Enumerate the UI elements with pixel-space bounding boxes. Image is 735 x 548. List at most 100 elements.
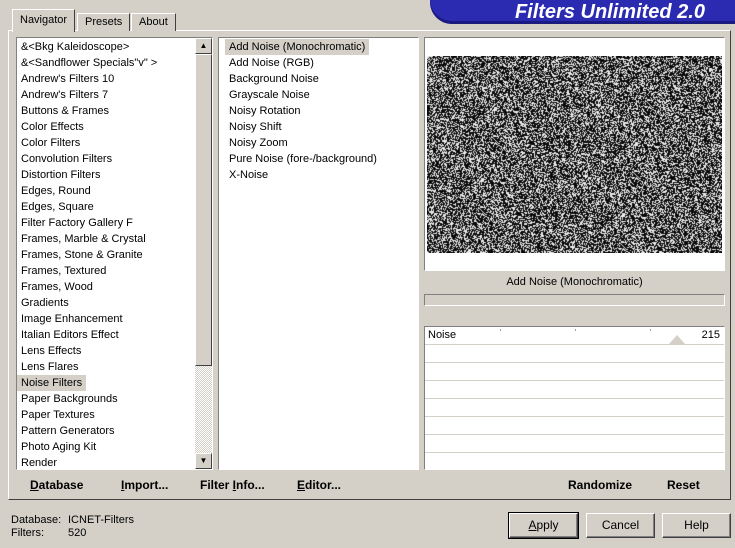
filter-item[interactable]: Add Noise (RGB) [225,55,377,71]
category-item-row: Lens Flares [17,359,157,375]
import-button[interactable]: Import... [121,478,168,492]
category-item[interactable]: Lens Flares [17,359,157,375]
category-item-row: Convolution Filters [17,151,157,167]
category-item-row: Render [17,455,157,469]
category-item[interactable]: Noise Filters [17,375,87,391]
filter-item-row: Noisy Zoom [225,135,377,151]
filter-item[interactable]: Background Noise [225,71,377,87]
category-item[interactable]: Edges, Round [17,183,157,199]
category-item[interactable]: Gradients [17,295,157,311]
category-item[interactable]: Convolution Filters [17,151,157,167]
category-item-row: Italian Editors Effect [17,327,157,343]
category-item[interactable]: Frames, Textured [17,263,157,279]
category-item-row: &<Bkg Kaleidoscope> [17,39,157,55]
category-item[interactable]: Buttons & Frames [17,103,157,119]
filter-item[interactable]: Noisy Zoom [225,135,377,151]
category-item-row: Andrew's Filters 7 [17,87,157,103]
filter-item-row: Noisy Shift [225,119,377,135]
category-item[interactable]: Render [17,455,157,469]
category-item-row: Distortion Filters [17,167,157,183]
reset-button[interactable]: Reset [667,478,700,492]
scroll-down-icon[interactable]: ▼ [195,453,212,469]
filter-item[interactable]: X-Noise [225,167,377,183]
category-item[interactable]: &<Bkg Kaleidoscope> [17,39,157,55]
slider-tick [650,329,651,331]
category-item[interactable]: Frames, Marble & Crystal [17,231,157,247]
category-item-row: Frames, Textured [17,263,157,279]
filter-info-button[interactable]: Filter Info... [200,478,265,492]
filter-item[interactable]: Noisy Rotation [225,103,377,119]
category-item[interactable]: Paper Textures [17,407,157,423]
filter-item-row: Add Noise (RGB) [225,55,377,71]
category-item[interactable]: Edges, Square [17,199,157,215]
progress-bar [424,294,725,306]
help-button[interactable]: Help [662,513,731,538]
category-item-row: Pattern Generators [17,423,157,439]
filter-item-row: Grayscale Noise [225,87,377,103]
category-scrollbar[interactable]: ▲ ▼ [195,38,212,469]
category-item[interactable]: Photo Aging Kit [17,439,157,455]
filter-list[interactable]: Add Noise (Monochromatic) Add Noise (RGB)… [218,37,419,470]
slider-value: 215 [701,329,720,341]
filter-item[interactable]: Add Noise (Monochromatic) [225,39,370,55]
category-item[interactable]: Lens Effects [17,343,157,359]
category-item-row: Image Enhancement [17,311,157,327]
category-item-row: Edges, Square [17,199,157,215]
apply-mnemonic: A [528,518,537,532]
category-item[interactable]: Filter Factory Gallery F [17,215,157,231]
slider-thumb-icon[interactable] [669,335,685,344]
filter-info-label-end: nfo... [236,478,265,492]
category-item[interactable]: Andrew's Filters 7 [17,87,157,103]
scroll-up-icon[interactable]: ▲ [195,38,212,54]
category-item[interactable]: &<Sandflower Specials"v" > [17,55,157,71]
category-item-row: &<Sandflower Specials"v" > [17,55,157,71]
selected-filter-name: Add Noise (Monochromatic) [506,276,643,288]
category-item[interactable]: Paper Backgrounds [17,391,157,407]
category-item[interactable]: Color Filters [17,135,157,151]
apply-button[interactable]: Apply [508,512,579,539]
status-filters: Filters: 520 [11,527,86,539]
category-item[interactable]: Italian Editors Effect [17,327,157,343]
category-item[interactable]: Frames, Wood [17,279,157,295]
filter-info-label-start: Filter [200,478,233,492]
editor-mnemonic: E [297,478,306,492]
category-item[interactable]: Andrew's Filters 10 [17,71,157,87]
category-item-row: Andrew's Filters 10 [17,71,157,87]
category-item-row: Noise Filters [17,375,157,391]
tab-about[interactable]: About [131,13,176,31]
parameter-sliders: Noise 215 [424,326,725,470]
category-item[interactable]: Pattern Generators [17,423,157,439]
category-item-row: Frames, Stone & Granite [17,247,157,263]
category-item[interactable]: Frames, Stone & Granite [17,247,157,263]
tab-navigator[interactable]: Navigator [12,9,76,32]
filter-item[interactable]: Grayscale Noise [225,87,377,103]
category-item[interactable]: Distortion Filters [17,167,157,183]
tab-presets[interactable]: Presets [77,13,131,31]
status-filters-label: Filters: [11,527,44,539]
slider-tick [500,329,501,331]
status-database-label: Database: [11,514,62,526]
slider-tick [575,329,576,331]
preview-panel [424,37,725,271]
database-button[interactable]: Database [30,478,83,492]
filter-item[interactable]: Noisy Shift [225,119,377,135]
category-item-row: Paper Backgrounds [17,391,157,407]
slider-empty [425,345,724,363]
category-item[interactable]: Image Enhancement [17,311,157,327]
cancel-button[interactable]: Cancel [586,513,655,538]
category-item[interactable]: Color Effects [17,119,157,135]
randomize-button[interactable]: Randomize [568,478,632,492]
slider-empty [425,381,724,399]
slider-empty [425,453,724,471]
scroll-thumb[interactable] [195,54,212,366]
category-item-row: Paper Textures [17,407,157,423]
slider-label: Noise [428,329,457,341]
slider-noise[interactable]: Noise 215 [425,327,724,345]
slider-empty [425,363,724,381]
editor-button[interactable]: Editor... [297,478,341,492]
category-list[interactable]: &<Bkg Kaleidoscope> &<Sandflower Specials… [16,37,213,470]
preview-image [427,56,722,253]
slider-empty [425,417,724,435]
filter-item[interactable]: Pure Noise (fore-/background) [225,151,377,167]
status-database: Database: ICNET-Filters [11,514,134,526]
